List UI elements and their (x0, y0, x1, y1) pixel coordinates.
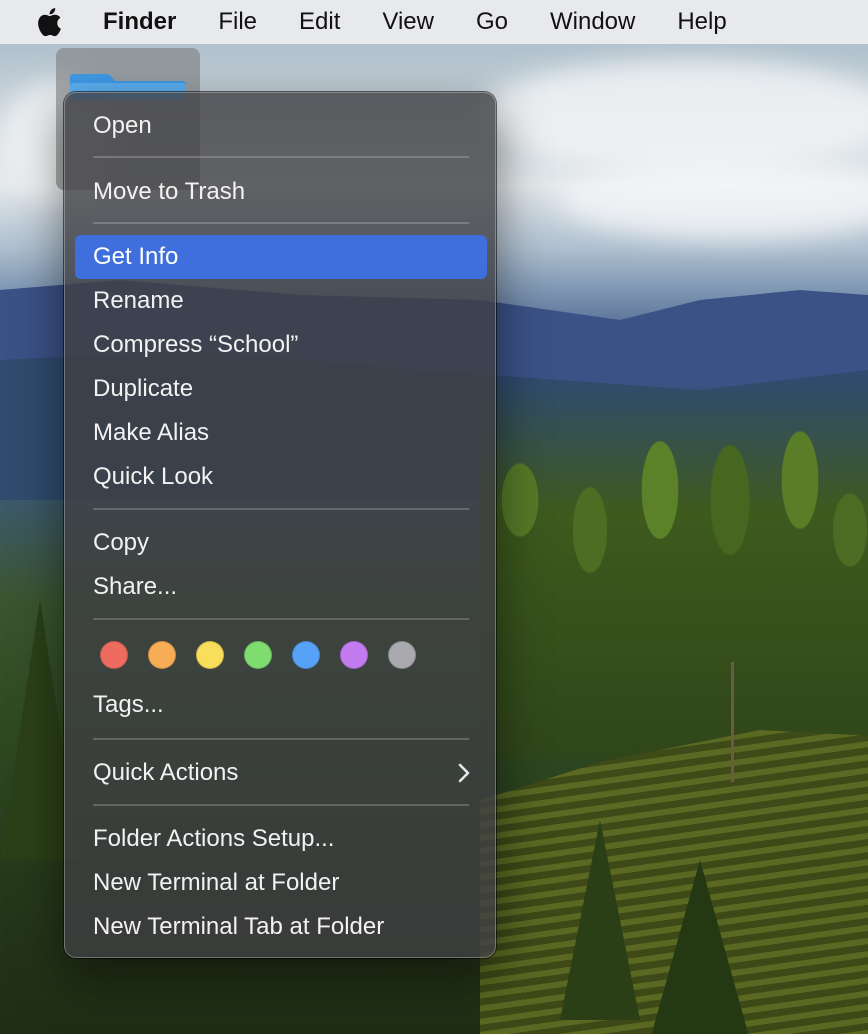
tag-gray-dot[interactable] (388, 641, 416, 669)
menu-item-quick-actions[interactable]: Quick Actions (75, 751, 487, 795)
menu-bar: Finder File Edit View Go Window Help (0, 0, 868, 44)
menu-item-make-alias[interactable]: Make Alias (75, 411, 487, 455)
apple-logo-icon[interactable] (34, 6, 64, 38)
chevron-right-icon (458, 763, 470, 783)
menu-go[interactable]: Go (476, 8, 508, 36)
menu-file[interactable]: File (218, 8, 257, 36)
menu-separator (93, 804, 469, 806)
menu-item-new-terminal-at-folder[interactable]: New Terminal at Folder (75, 861, 487, 905)
menu-window[interactable]: Window (550, 8, 635, 36)
menu-item-new-terminal-tab-at-folder[interactable]: New Terminal Tab at Folder (75, 905, 487, 949)
menu-item-compress[interactable]: Compress “School” (75, 323, 487, 367)
tag-green-dot[interactable] (244, 641, 272, 669)
menu-separator (93, 738, 469, 740)
tag-color-row (100, 641, 440, 669)
menu-app-name[interactable]: Finder (103, 8, 176, 36)
menu-help[interactable]: Help (677, 8, 726, 36)
menu-item-get-info[interactable]: Get Info (75, 235, 487, 279)
context-menu: Open Move to Trash Get Info Rename Compr… (64, 92, 496, 958)
tag-orange-dot[interactable] (148, 641, 176, 669)
menu-item-duplicate[interactable]: Duplicate (75, 367, 487, 411)
tag-red-dot[interactable] (100, 641, 128, 669)
menu-item-open[interactable]: Open (75, 104, 487, 148)
menu-item-share[interactable]: Share... (75, 565, 487, 609)
menu-item-quick-look[interactable]: Quick Look (75, 455, 487, 499)
tag-yellow-dot[interactable] (196, 641, 224, 669)
menu-item-copy[interactable]: Copy (75, 521, 487, 565)
menu-item-move-to-trash[interactable]: Move to Trash (75, 170, 487, 214)
tag-blue-dot[interactable] (292, 641, 320, 669)
menu-edit[interactable]: Edit (299, 8, 340, 36)
menu-separator (93, 508, 469, 510)
menu-item-folder-actions-setup[interactable]: Folder Actions Setup... (75, 817, 487, 861)
menu-item-quick-actions-label: Quick Actions (93, 759, 239, 786)
menu-separator (93, 156, 469, 158)
menu-separator (93, 618, 469, 620)
menu-view[interactable]: View (382, 8, 434, 36)
menu-separator (93, 222, 469, 224)
menu-item-tags[interactable]: Tags... (75, 683, 487, 727)
menu-item-rename[interactable]: Rename (75, 279, 487, 323)
tag-purple-dot[interactable] (340, 641, 368, 669)
